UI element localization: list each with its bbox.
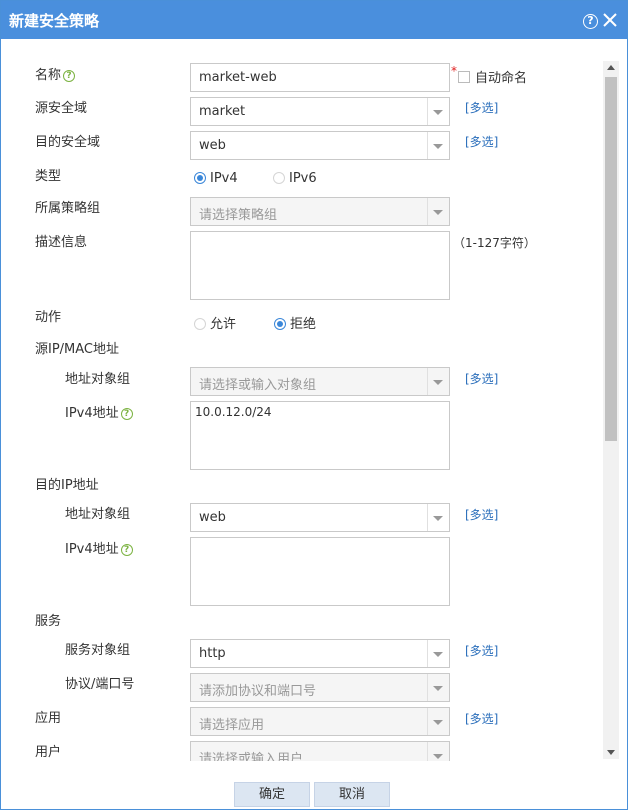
chevron-down-icon [433, 686, 443, 691]
application-label: 应用 [35, 711, 62, 726]
dst-addr-group-select[interactable]: web [190, 503, 450, 532]
protocol-port-select[interactable]: 请添加协议和端口号 [190, 673, 450, 702]
type-label: 类型 [35, 169, 62, 184]
cancel-button[interactable]: 取消 [314, 782, 390, 807]
description-textarea[interactable] [190, 231, 450, 300]
vertical-scrollbar[interactable] [603, 61, 619, 759]
service-section-label: 服务 [35, 614, 62, 629]
protocol-port-label: 协议/端口号 [65, 677, 135, 692]
chevron-down-icon [433, 516, 443, 521]
radio-selected-icon [194, 172, 206, 184]
src-addr-group-dropdown-button[interactable] [427, 368, 449, 395]
policy-group-label: 所属策略组 [35, 201, 101, 216]
required-mark: * [451, 64, 457, 78]
description-label: 描述信息 [35, 235, 88, 250]
chevron-down-icon [433, 720, 443, 725]
src-addr-section-label: 源IP/MAC地址 [35, 342, 120, 357]
type-ipv6-radio[interactable]: IPv6 [273, 171, 317, 186]
radio-selected-icon [274, 318, 286, 330]
src-ipv4-help-icon[interactable]: ? [120, 408, 133, 420]
form-area: 名称? market-web * 自动命名 源安全域 market [多选] 目… [1, 39, 627, 761]
auto-name-checkbox[interactable] [458, 71, 470, 83]
src-addr-group-select[interactable]: 请选择或输入对象组 [190, 367, 450, 396]
action-label: 动作 [35, 310, 62, 325]
radio-unselected-icon [273, 172, 285, 184]
close-icon[interactable] [601, 11, 619, 29]
user-label: 用户 [35, 745, 62, 760]
radio-unselected-icon [194, 318, 206, 330]
service-group-label: 服务对象组 [65, 643, 131, 658]
chevron-down-icon [433, 754, 443, 759]
type-ipv4-radio[interactable]: IPv4 [194, 171, 238, 186]
dialog-titlebar: 新建安全策略 ? [1, 1, 627, 39]
dst-ipv4-label: IPv4地址? [65, 538, 133, 557]
dst-ipv4-help-icon[interactable]: ? [120, 544, 133, 556]
service-group-dropdown-button[interactable] [427, 640, 449, 667]
protocol-port-dropdown-button[interactable] [427, 674, 449, 701]
dst-ipv4-textarea[interactable] [190, 537, 450, 606]
chevron-down-icon [433, 652, 443, 657]
action-deny-radio[interactable]: 拒绝 [274, 313, 316, 332]
dst-addr-group-label: 地址对象组 [65, 507, 131, 522]
policy-group-select[interactable]: 请选择策略组 [190, 197, 450, 226]
name-input[interactable]: market-web [190, 63, 450, 92]
src-addr-multi-link[interactable]: [多选] [465, 370, 498, 387]
src-ipv4-label: IPv4地址? [65, 402, 133, 421]
src-addr-group-label: 地址对象组 [65, 372, 131, 387]
dst-addr-multi-link[interactable]: [多选] [465, 506, 498, 523]
chevron-down-icon [433, 210, 443, 215]
user-dropdown-button[interactable] [427, 742, 449, 761]
policy-group-dropdown-button[interactable] [427, 198, 449, 225]
auto-name-label: 自动命名 [475, 71, 528, 86]
dst-zone-multi-link[interactable]: [多选] [465, 133, 498, 150]
scrollbar-thumb[interactable] [605, 77, 617, 441]
application-select[interactable]: 请选择应用 [190, 707, 450, 736]
name-label: 名称? [35, 64, 76, 83]
dialog-footer: 确定 取消 [1, 761, 627, 809]
new-security-policy-dialog: 新建安全策略 ? 名称? market-web * 自动命名 源安全域 mark… [0, 0, 628, 810]
ok-button[interactable]: 确定 [234, 782, 310, 807]
src-zone-select[interactable]: market [190, 97, 450, 126]
dst-zone-label: 目的安全域 [35, 135, 101, 150]
dialog-title: 新建安全策略 [9, 12, 100, 30]
src-zone-label: 源安全域 [35, 101, 88, 116]
service-multi-link[interactable]: [多选] [465, 642, 498, 659]
scroll-down-arrow-icon[interactable] [607, 750, 615, 755]
src-ipv4-textarea[interactable]: 10.0.12.0/24 [190, 401, 450, 470]
dst-zone-dropdown-button[interactable] [427, 132, 449, 159]
dst-addr-group-dropdown-button[interactable] [427, 504, 449, 531]
scroll-up-arrow-icon[interactable] [607, 65, 615, 70]
service-group-select[interactable]: http [190, 639, 450, 668]
dst-addr-section-label: 目的IP地址 [35, 478, 99, 493]
name-help-icon[interactable]: ? [63, 70, 76, 82]
description-length-hint: （1-127字符） [453, 236, 536, 250]
action-permit-radio[interactable]: 允许 [194, 313, 236, 332]
src-zone-multi-link[interactable]: [多选] [465, 99, 498, 116]
src-zone-dropdown-button[interactable] [427, 98, 449, 125]
application-dropdown-button[interactable] [427, 708, 449, 735]
chevron-down-icon [433, 144, 443, 149]
help-icon[interactable]: ? [583, 14, 598, 29]
dst-zone-select[interactable]: web [190, 131, 450, 160]
user-select[interactable]: 请选择或输入用户 [190, 741, 450, 761]
chevron-down-icon [433, 380, 443, 385]
application-multi-link[interactable]: [多选] [465, 710, 498, 727]
chevron-down-icon [433, 110, 443, 115]
